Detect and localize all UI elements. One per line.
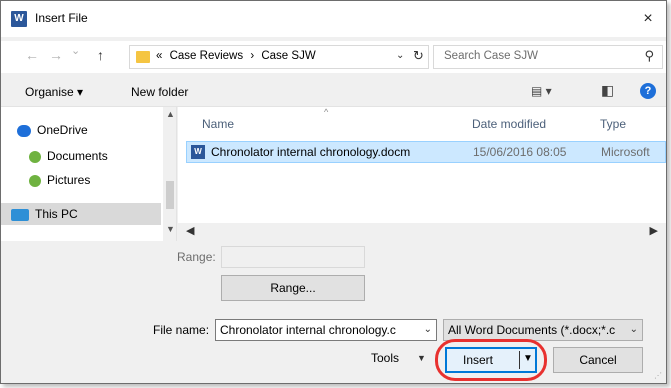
folder-icon [136,51,150,63]
title-bar: W Insert File × [1,1,666,37]
resize-grip-icon[interactable]: ⋰ [654,371,662,380]
file-type-value: All Word Documents (*.docx;*.c [448,323,616,337]
scroll-right-icon[interactable]: ▶ [650,224,658,237]
search-input[interactable]: Search Case SJW ⚲ [433,45,663,69]
column-header-type[interactable]: Type [600,117,626,131]
file-name-value: Chronolator internal chronology.c [220,323,396,337]
documents-icon [29,150,41,163]
scroll-left-icon[interactable]: ◀ [186,224,194,237]
cloud-icon [17,124,31,137]
sidebar-item-pictures[interactable]: Pictures [1,169,161,191]
breadcrumb: « Case Reviews › Case SJW [156,50,320,62]
cancel-button[interactable]: Cancel [553,347,643,373]
help-icon[interactable]: ? [640,83,656,99]
sidebar-item-label: This PC [35,207,78,221]
sidebar-item-label: OneDrive [37,123,88,137]
sort-ascending-icon: ^ [324,107,329,117]
organise-button[interactable]: Organise ▾ [25,85,83,99]
breadcrumb-case-reviews[interactable]: Case Reviews [170,50,244,62]
up-folder-icon[interactable]: ↑ [97,47,104,63]
recent-locations-icon[interactable]: ⌄ [71,44,80,57]
sidebar-item-documents[interactable]: Documents [1,145,161,167]
word-document-icon: W [191,145,205,159]
preview-pane-icon[interactable]: ◧ [601,82,614,99]
monitor-icon [11,208,29,221]
horizontal-scrollbar[interactable]: ◀ ▶ [178,223,666,241]
breadcrumb-case-sjw[interactable]: Case SJW [261,50,315,62]
insert-file-dialog: W Insert File × ← → ⌄ ↑ « Case Reviews ›… [0,0,667,384]
column-header-name[interactable]: Name [202,117,234,131]
back-icon[interactable]: ← [25,47,39,63]
search-placeholder: Search Case SJW [444,50,538,62]
change-view-icon[interactable]: ▤ ▾ [531,84,552,98]
window-title: Insert File [35,11,88,25]
range-button[interactable]: Range... [221,275,365,301]
annotation-highlight-circle [435,339,547,381]
address-row: ← → ⌄ ↑ « Case Reviews › Case SJW ⌄ ↻ Se… [1,41,666,73]
word-app-icon: W [11,11,27,27]
forward-icon[interactable]: → [49,47,63,63]
column-header-date-modified[interactable]: Date modified [472,117,546,131]
sidebar-item-onedrive[interactable]: OneDrive [1,119,161,141]
new-folder-button[interactable]: New folder [131,85,188,99]
search-icon[interactable]: ⚲ [644,48,654,64]
scroll-up-icon[interactable]: ▲ [166,109,175,119]
file-name-field[interactable]: Chronolator internal chronology.c ⌄ [215,319,437,341]
sidebar-item-label: Documents [47,149,108,163]
tools-dropdown-icon[interactable]: ▼ [417,353,426,363]
command-bar: Organise ▾ New folder ▤ ▾ ◧ ? [1,77,666,107]
table-row[interactable]: W Chronolator internal chronology.docm 1… [186,141,666,163]
navigation-pane: OneDrive Documents Pictures This PC ▲ [1,107,177,241]
sidebar-item-this-pc[interactable]: This PC [1,203,161,225]
file-name-label: File name: [153,323,210,337]
file-type-cell: Microsoft [601,145,650,159]
file-list: Name ^ Date modified Type W Chronolator … [178,107,666,241]
range-label: Range: [177,250,216,264]
range-input [221,246,365,268]
chevron-down-icon[interactable]: ⌄ [424,324,432,335]
address-bar[interactable]: « Case Reviews › Case SJW ⌄ ↻ [129,45,429,69]
scrollbar-row: ▼ ◀ ▶ [1,223,666,241]
refresh-icon[interactable]: ↻ [413,48,424,64]
sidebar-item-label: Pictures [47,173,91,187]
file-name-cell: Chronolator internal chronology.docm [211,145,411,159]
chevron-down-icon[interactable]: ⌄ [630,324,638,335]
scrollbar-thumb[interactable] [166,181,174,209]
tools-button[interactable]: Tools [371,351,399,365]
navpane-scrollbar[interactable]: ▲ [163,107,176,241]
file-date-cell: 15/06/2016 08:05 [473,145,567,159]
pictures-icon [29,174,41,187]
breadcrumb-separator[interactable]: › [250,50,254,62]
breadcrumb-overflow[interactable]: « [156,50,162,62]
file-type-select[interactable]: All Word Documents (*.docx;*.c ⌄ [443,319,643,341]
scroll-down-icon[interactable]: ▼ [166,224,175,234]
close-button[interactable]: × [636,7,660,31]
address-dropdown-icon[interactable]: ⌄ [396,50,404,61]
